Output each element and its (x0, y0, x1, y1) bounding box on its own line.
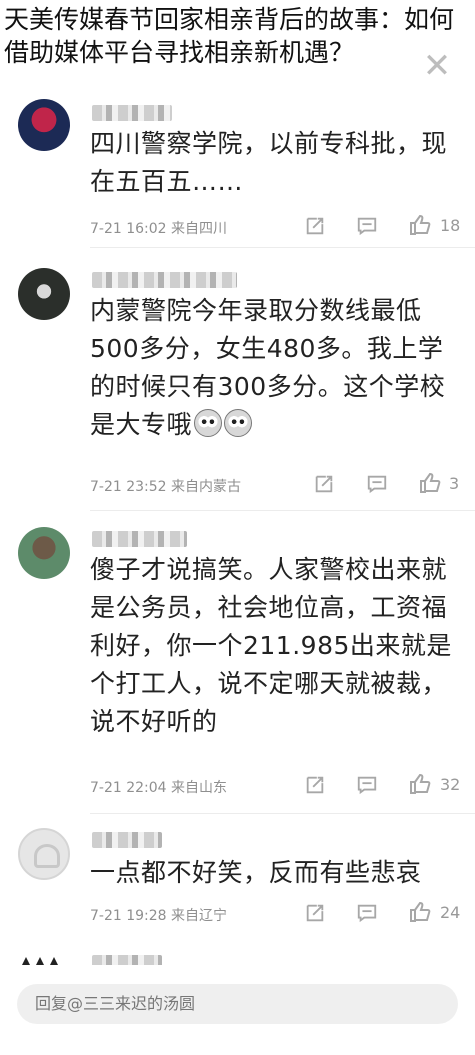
comment-icon[interactable] (356, 774, 378, 796)
username-blurred[interactable] (92, 832, 162, 848)
comment-meta: 7-21 16:02 来自四川 (90, 218, 227, 238)
like-count: 24 (440, 903, 461, 922)
comment-text: 一点都不好笑，反而有些悲哀 (90, 858, 422, 887)
close-icon[interactable]: ✕ (417, 46, 457, 86)
like-icon[interactable] (408, 213, 432, 237)
overlay-title-line-2: 借助媒体平台寻找相亲新机遇？ (4, 38, 355, 67)
comment-meta: 7-21 22:04 来自山东 (90, 777, 227, 797)
username-blurred[interactable] (92, 272, 237, 288)
overlay-title-line-1: 天美传媒春节回家相亲背后的故事：如何 (4, 5, 455, 34)
comment-time: 7-21 19:28 (90, 908, 167, 924)
reply-input[interactable]: 回复@三三来迟的汤圆 (17, 984, 458, 1024)
comment-thread-screen: 天美传媒春节回家相亲背后的故事：如何 借助媒体平台寻找相亲新机遇？ ✕ 四川警察… (0, 0, 475, 1055)
like-count: 18 (440, 216, 461, 235)
avatar[interactable] (18, 268, 70, 320)
overlay-title: 天美传媒春节回家相亲背后的故事：如何 借助媒体平台寻找相亲新机遇？ (0, 0, 475, 69)
share-icon[interactable] (313, 473, 335, 495)
like-icon[interactable] (408, 900, 432, 924)
comment-icon[interactable] (356, 215, 378, 237)
divider (90, 247, 475, 248)
share-icon[interactable] (304, 215, 326, 237)
comment-text: 傻子才说搞笑。人家警校出来就是公务员，社会地位高，工资福利好，你一个211.98… (90, 555, 452, 736)
divider (90, 813, 475, 814)
avatar[interactable] (18, 527, 70, 579)
comment-location: 来自辽宁 (171, 908, 228, 924)
like-count: 3 (449, 474, 460, 493)
comment-meta: 7-21 19:28 来自辽宁 (90, 905, 227, 925)
comment-icon[interactable] (366, 473, 388, 495)
divider (90, 510, 475, 511)
comment-text: 四川警察学院，以前专科批，现在五百五…… (90, 129, 448, 196)
reply-bar: 回复@三三来迟的汤圆 (0, 965, 475, 1055)
like-icon[interactable] (408, 772, 432, 796)
comment-time: 7-21 22:04 (90, 780, 167, 796)
comment-text: 内蒙警院今年录取分数线最低500多分，女生480多。我上学的时候只有300多分。… (90, 292, 460, 444)
share-icon[interactable] (304, 774, 326, 796)
share-icon[interactable] (304, 902, 326, 924)
username-blurred[interactable] (92, 105, 172, 121)
like-icon[interactable] (418, 471, 442, 495)
comment-text-body: 内蒙警院今年录取分数线最低500多分，女生480多。我上学的时候只有300多分。… (90, 296, 446, 439)
username-blurred[interactable] (92, 531, 187, 547)
comment-location: 来自内蒙古 (171, 479, 242, 495)
like-count: 32 (440, 775, 461, 794)
comment-time: 7-21 23:52 (90, 479, 167, 495)
comment-location: 来自四川 (171, 221, 228, 237)
comment-location: 来自山东 (171, 780, 228, 796)
comment-icon[interactable] (356, 902, 378, 924)
comment-time: 7-21 16:02 (90, 221, 167, 237)
emoji-icon (194, 409, 223, 437)
comment-meta: 7-21 23:52 来自内蒙古 (90, 476, 241, 496)
emoji-icon (224, 409, 253, 437)
avatar[interactable] (18, 828, 70, 880)
avatar[interactable] (18, 99, 70, 151)
